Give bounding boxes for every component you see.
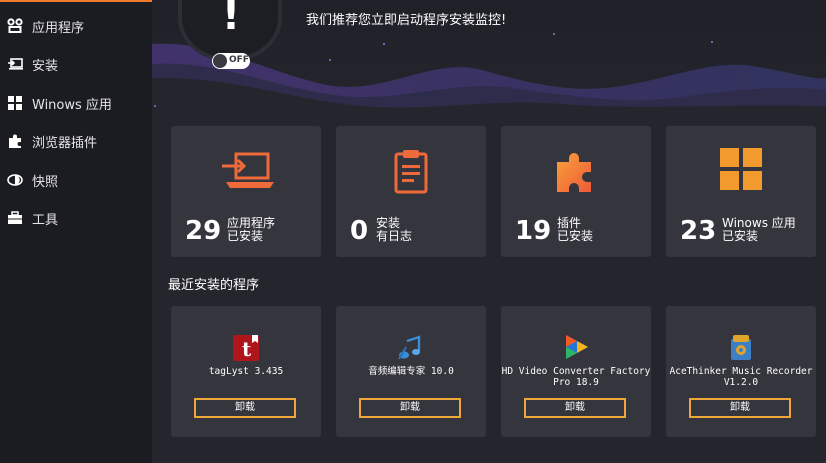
stat-count: 29	[185, 216, 222, 246]
recent-app-card: AceThinker Music Recorder V1.2.0 卸载	[666, 306, 816, 437]
toggle-knob	[213, 54, 227, 68]
sidebar-item-label: 安装	[32, 58, 59, 74]
sidebar-item-windows-apps[interactable]: Winows 应用	[0, 85, 152, 121]
uninstall-button[interactable]: 卸载	[524, 398, 626, 418]
sidebar-item-label: Winows 应用	[32, 97, 112, 113]
toggle-label: OFF	[229, 55, 249, 65]
app-name: tagLyst 3.435	[208, 366, 284, 377]
acethinker-recorder-icon	[731, 335, 751, 360]
sidebar-accent-bar	[0, 0, 152, 2]
main-panel: ! OFF 我们推荐您立即启动程序安装监控! 29 应用程序 已安装 0 安装 …	[152, 0, 826, 463]
recent-installs-title: 最近安装的程序	[168, 278, 260, 293]
sidebar-item-snapshots[interactable]: 快照	[0, 162, 152, 198]
sidebar-item-install[interactable]: 安装	[0, 46, 152, 82]
stat-count: 19	[515, 216, 552, 246]
app-name: HD Video Converter Factory Pro 18.9	[501, 366, 651, 388]
sidebar-item-label: 应用程序	[32, 20, 85, 36]
hd-video-converter-icon	[566, 335, 588, 359]
snapshot-icon	[6, 171, 24, 189]
recent-app-card: HD Video Converter Factory Pro 18.9 卸载	[501, 306, 651, 437]
stat-card-windows-apps[interactable]: 23 Winows 应用 已安装	[666, 126, 816, 257]
install-icon	[6, 55, 24, 73]
clipboard-log-icon	[394, 150, 428, 194]
stat-label: 插件 已安装	[557, 216, 594, 243]
sidebar-item-label: 快照	[32, 174, 59, 190]
stat-card-apps[interactable]: 29 应用程序 已安装	[171, 126, 321, 257]
stat-count: 0	[350, 216, 369, 246]
sidebar-item-label: 工具	[32, 212, 59, 228]
sidebar-item-browser-plugins[interactable]: 浏览器插件	[0, 123, 152, 159]
windows-tiles-icon	[720, 148, 762, 190]
monitor-toggle[interactable]: OFF	[212, 53, 250, 69]
banner-message: 我们推荐您立即启动程序安装监控!	[306, 13, 507, 28]
laptop-import-icon	[222, 152, 274, 188]
puzzle-icon	[6, 132, 24, 150]
recent-app-card: 音频编辑专家 10.0 卸载	[336, 306, 486, 437]
sidebar-item-apps[interactable]: 应用程序	[0, 8, 152, 44]
alert-icon: !	[221, 0, 241, 39]
toolbox-icon	[6, 209, 24, 227]
sidebar: 应用程序 安装 Winows 应用 浏览器插件 快照 工具	[0, 0, 152, 463]
audio-editor-icon	[398, 335, 421, 360]
puzzle-plugin-icon	[557, 152, 591, 192]
stat-label: Winows 应用 已安装	[722, 216, 796, 243]
stat-label: 应用程序 已安装	[227, 216, 276, 243]
stat-card-install-logs[interactable]: 0 安装 有日志	[336, 126, 486, 257]
recent-app-card: t tagLyst 3.435 卸载	[171, 306, 321, 437]
windows-icon	[6, 94, 24, 112]
sidebar-item-tools[interactable]: 工具	[0, 200, 152, 236]
taglyst-icon: t	[233, 335, 259, 361]
uninstall-button[interactable]: 卸载	[194, 398, 296, 418]
app-name: 音频编辑专家 10.0	[368, 366, 454, 377]
stat-count: 23	[680, 216, 717, 246]
sidebar-item-label: 浏览器插件	[32, 135, 98, 151]
uninstall-button[interactable]: 卸载	[689, 398, 791, 418]
stat-label: 安装 有日志	[376, 216, 413, 243]
stat-card-plugins[interactable]: 19 插件 已安装	[501, 126, 651, 257]
app-name: AceThinker Music Recorder V1.2.0	[669, 366, 813, 388]
monitor-banner: ! OFF 我们推荐您立即启动程序安装监控!	[152, 0, 826, 118]
svg-text:t: t	[242, 337, 252, 361]
apps-icon	[6, 17, 24, 35]
uninstall-button[interactable]: 卸载	[359, 398, 461, 418]
